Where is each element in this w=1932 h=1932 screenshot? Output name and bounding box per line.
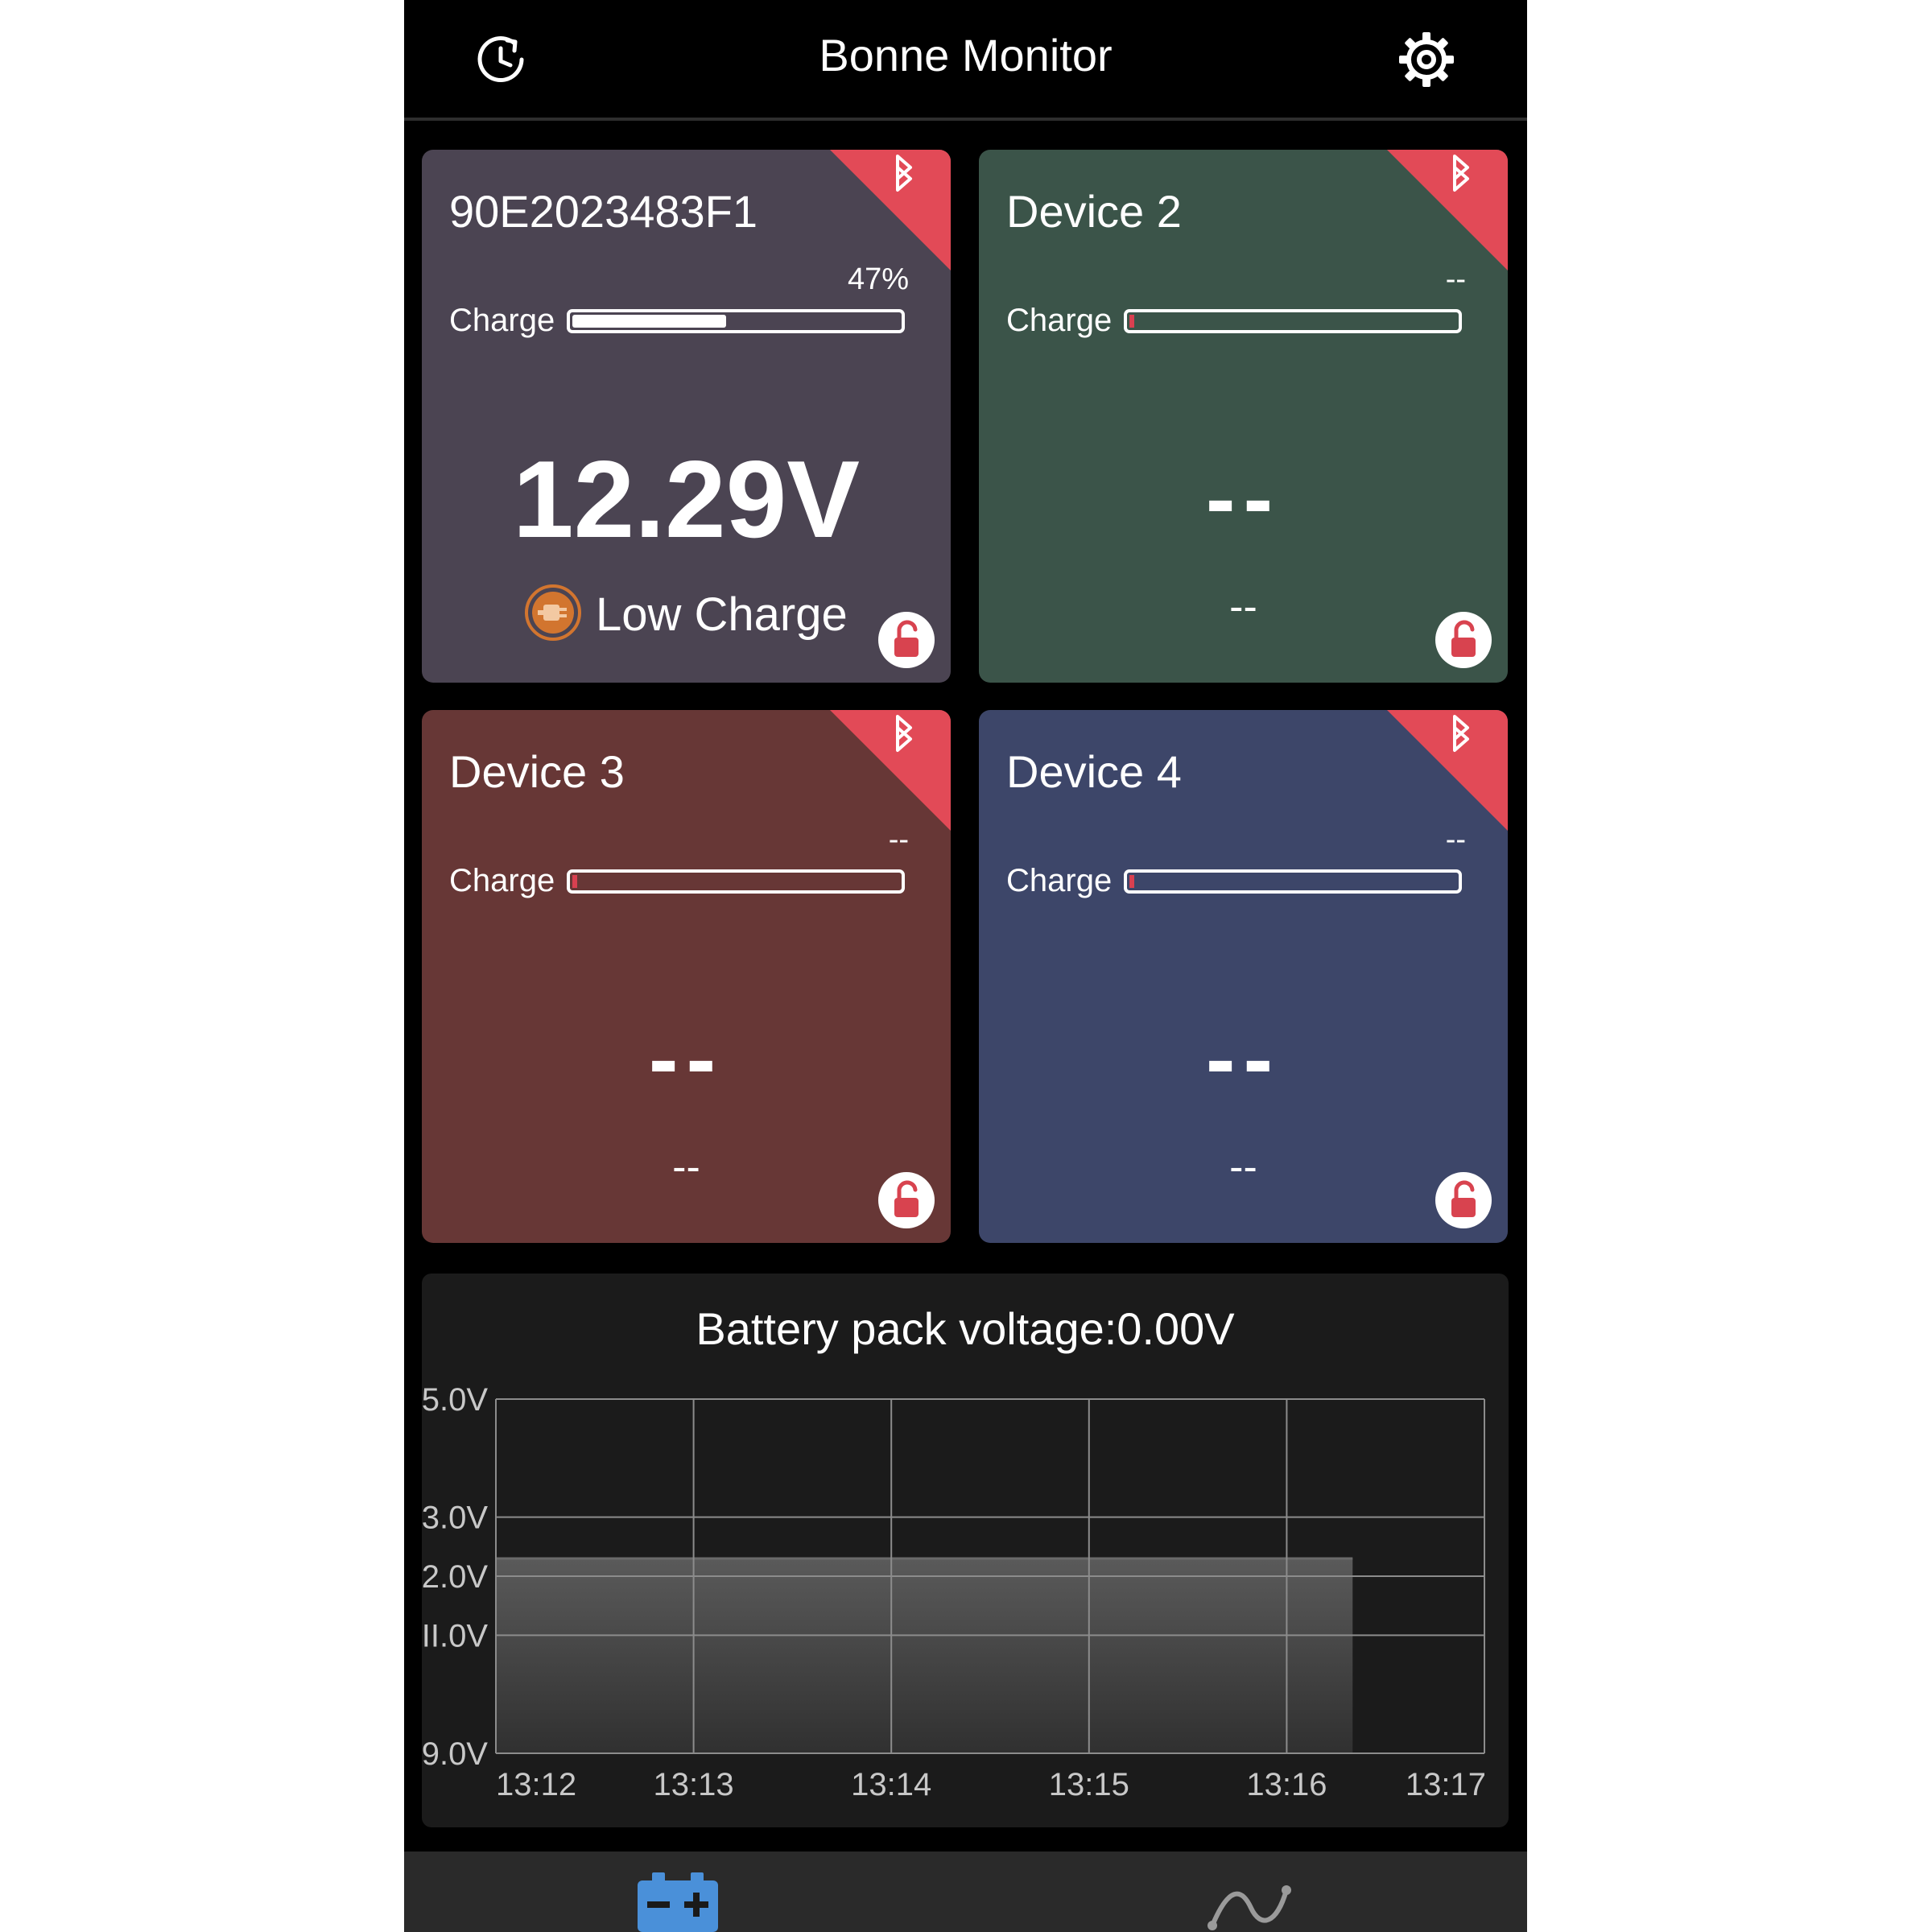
y-tick-label: I5.0V <box>422 1382 488 1418</box>
charge-percent: 47% <box>847 262 909 296</box>
status-text: -- <box>672 1144 700 1191</box>
x-tick-label: 13:14 <box>851 1767 931 1802</box>
status-text: -- <box>1229 1144 1257 1191</box>
charge-percent: -- <box>1445 262 1466 296</box>
charge-label: Charge <box>1006 863 1113 898</box>
unlock-icon[interactable] <box>1435 1172 1492 1228</box>
app-title: Bonne Monitor <box>819 30 1113 80</box>
curve-graph-icon[interactable] <box>1206 1879 1294 1932</box>
bluetooth-icon <box>1387 150 1508 270</box>
header: Bonne Monitor <box>404 0 1527 121</box>
device-name: Device 4 <box>1006 746 1182 797</box>
device-card-4[interactable]: Device 4 -- Charge -- -- <box>979 710 1508 1243</box>
x-tick-label: 13:13 <box>654 1767 734 1802</box>
charge-label: Charge <box>1006 303 1113 338</box>
charge-bar <box>1124 309 1462 333</box>
y-tick-label: I3.0V <box>422 1501 488 1536</box>
charge-bar-empty-marker <box>572 875 577 888</box>
device-name: 90E2023483F1 <box>449 186 758 237</box>
x-tick-label: 13:17 <box>1406 1767 1486 1802</box>
voltage-value: -- <box>1205 449 1282 548</box>
charge-bar <box>567 309 905 333</box>
x-tick-label: 13:16 <box>1246 1767 1327 1802</box>
charge-percent: -- <box>888 823 909 857</box>
bluetooth-icon <box>830 710 951 831</box>
charge-label: Charge <box>449 303 555 338</box>
bottom-tab-bar <box>404 1852 1527 1932</box>
plug-icon <box>523 583 583 642</box>
unlock-icon[interactable] <box>1435 612 1492 668</box>
y-tick-label: II.0V <box>422 1618 488 1653</box>
y-tick-label: 9.0V <box>422 1736 488 1772</box>
charge-bar-empty-marker <box>1129 875 1134 888</box>
charge-bar-fill <box>572 315 726 328</box>
voltage-value: -- <box>1205 1009 1282 1108</box>
unlock-icon[interactable] <box>878 612 935 668</box>
voltage-area-series <box>496 1558 1353 1753</box>
bluetooth-icon <box>1387 710 1508 831</box>
voltage-value: -- <box>648 1009 724 1108</box>
charge-bar <box>1124 869 1462 894</box>
app-window: Bonne Monitor 90E2023483F1 47% Charge 12… <box>404 0 1527 1932</box>
charge-label: Charge <box>449 863 555 898</box>
device-name: Device 3 <box>449 746 625 797</box>
unlock-icon[interactable] <box>878 1172 935 1228</box>
status-text: Low Charge <box>596 588 848 641</box>
charge-bar <box>567 869 905 894</box>
device-name: Device 2 <box>1006 186 1182 237</box>
device-card-2[interactable]: Device 2 -- Charge -- -- <box>979 150 1508 683</box>
status-text: -- <box>1229 584 1257 630</box>
charge-bar-empty-marker <box>1129 315 1134 328</box>
voltage-value: 12.29V <box>512 438 861 560</box>
gear-icon[interactable] <box>1397 31 1455 89</box>
y-tick-label: I2.0V <box>422 1559 488 1595</box>
voltage-chart-panel: Battery pack voltage:0.00V I5.0VI3.0VI2.… <box>422 1274 1509 1827</box>
bluetooth-icon <box>830 150 951 270</box>
x-tick-label: 13:15 <box>1049 1767 1129 1802</box>
device-card-1[interactable]: 90E2023483F1 47% Charge 12.29V Low Charg… <box>422 150 951 683</box>
battery-icon[interactable] <box>638 1872 718 1932</box>
voltage-chart: I5.0V I3.0V I2.0V II.0V 9.0V13:12 13:13 13:14 1… <box>422 1382 1486 1802</box>
device-card-3[interactable]: Device 3 -- Charge -- -- <box>422 710 951 1243</box>
charge-percent: -- <box>1445 823 1466 857</box>
x-tick-label: 13:12 <box>496 1767 576 1802</box>
